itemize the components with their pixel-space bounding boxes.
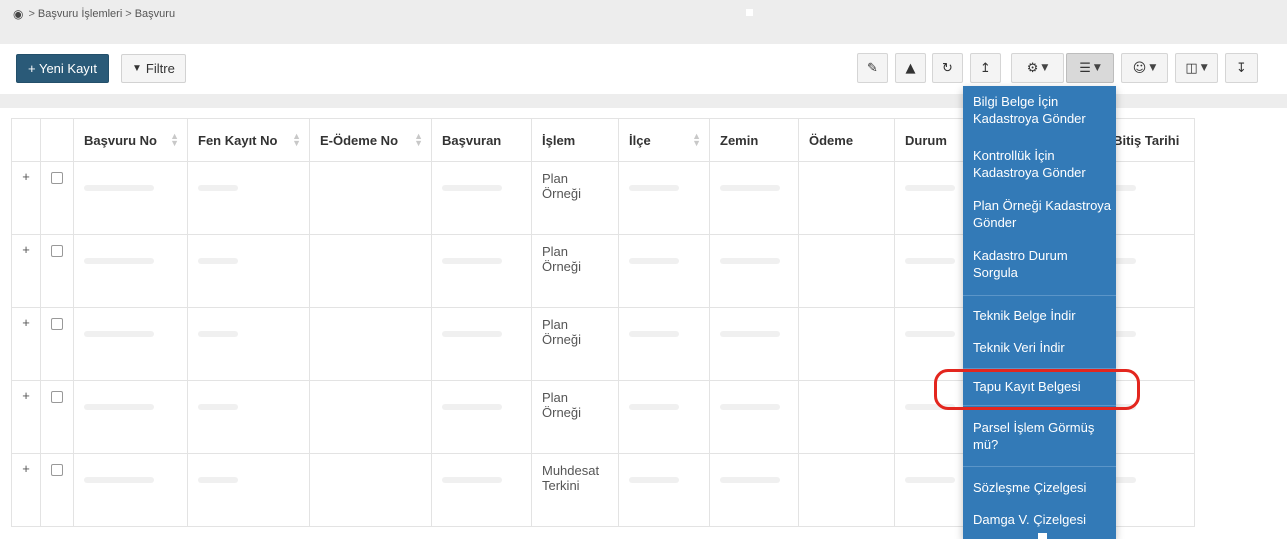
menu-scroll-indicator: [1038, 533, 1047, 539]
row-checkbox[interactable]: [51, 318, 63, 330]
download-icon: ↧: [1236, 60, 1247, 76]
cell-islem: Plan Örneği: [531, 380, 619, 454]
column-header-basvuran: Başvuran: [431, 118, 532, 162]
caret-down-icon: ▼: [1041, 63, 1049, 73]
columns-dropdown-button[interactable]: ◫ ▼: [1175, 53, 1218, 83]
filter-button[interactable]: ▼ Filtre: [121, 54, 186, 83]
menu-item-plan-ornegi[interactable]: Plan Örneği Kadastroya Gönder: [973, 197, 1113, 231]
sort-icon: ▲ ▼: [414, 131, 423, 148]
refresh-icon: ↻: [942, 60, 953, 76]
sort-icon: ▲ ▼: [292, 131, 301, 148]
expand-row-icon[interactable]: +: [11, 307, 41, 381]
highlight-annotation: [934, 369, 1140, 410]
breadcrumb-item-basvuru: Başvuru: [134, 8, 176, 20]
row-checkbox[interactable]: [51, 245, 63, 257]
row-checkbox[interactable]: [51, 172, 63, 184]
menu-item-kadastro-durum[interactable]: Kadastro Durum Sorgula: [973, 247, 1113, 281]
actions-dropdown-menu: Bilgi Belge İçin Kadastroya Gönder Kontr…: [963, 86, 1116, 539]
edit-button[interactable]: ✎: [857, 53, 888, 83]
column-header-ilce[interactable]: İlçe ▲ ▼: [618, 118, 710, 162]
settings-icon: ⚙: [1026, 60, 1039, 76]
caret-down-icon: ▼: [1149, 63, 1157, 73]
sort-icon: ▲ ▼: [692, 131, 701, 148]
column-header-zemin: Zemin: [709, 118, 799, 162]
menu-item-sozlesme-cizelgesi[interactable]: Sözleşme Çizelgesi: [973, 479, 1113, 496]
upload-button[interactable]: ↥: [970, 53, 1001, 83]
caret-down-icon: ▼: [1200, 63, 1208, 73]
cell-islem: Plan Örneği: [531, 234, 619, 308]
cell-islem: Plan Örneği: [531, 161, 619, 235]
users-dropdown-button[interactable]: ☺ ▼: [1121, 53, 1168, 83]
expand-row-icon[interactable]: +: [11, 234, 41, 308]
sort-icon: ▲ ▼: [170, 131, 179, 148]
delete-icon: ▲: [905, 60, 916, 76]
breadcrumb-item-basvuru-islemleri[interactable]: Başvuru İşlemleri: [38, 8, 122, 20]
settings-dropdown-button[interactable]: ⚙ ▼: [1011, 53, 1064, 83]
breadcrumb-bar: ◉ > Başvuru İşlemleri > Başvuru: [0, 0, 1287, 44]
filter-icon: ▼: [132, 63, 142, 74]
menu-item-kontrolluk[interactable]: Kontrollük İçin Kadastroya Gönder: [973, 147, 1113, 181]
menu-item-damga-cizelgesi[interactable]: Damga V. Çizelgesi: [973, 511, 1113, 528]
expand-row-icon[interactable]: +: [11, 453, 41, 527]
menu-divider: [963, 295, 1116, 296]
caret-down-icon: ▼: [1093, 63, 1101, 73]
column-header-fen-kayit-no[interactable]: Fen Kayıt No ▲ ▼: [187, 118, 310, 162]
menu-item-teknik-veri[interactable]: Teknik Veri İndir: [973, 339, 1113, 356]
menu-divider: [963, 466, 1116, 467]
menu-item-teknik-belge[interactable]: Teknik Belge İndir: [973, 307, 1113, 324]
columns-icon: ◫: [1185, 60, 1198, 76]
column-header-islem: İşlem: [531, 118, 619, 162]
row-checkbox[interactable]: [51, 391, 63, 403]
expand-row-icon[interactable]: +: [11, 161, 41, 235]
refresh-button[interactable]: ↻: [932, 53, 963, 83]
breadcrumb: ◉ > Başvuru İşlemleri > Başvuru: [13, 7, 176, 21]
cell-islem: Muhdesat Terkini: [531, 453, 619, 527]
upload-icon: ↥: [980, 60, 991, 76]
new-record-button[interactable]: + Yeni Kayıt: [16, 54, 110, 83]
column-header-e-odeme-no[interactable]: E-Ödeme No ▲ ▼: [309, 118, 432, 162]
list-menu-icon: ☰: [1079, 60, 1091, 76]
dashboard-icon[interactable]: ◉: [13, 7, 23, 21]
column-header-odeme: Ödeme: [798, 118, 895, 162]
edit-icon: ✎: [867, 60, 878, 76]
top-indicator: [746, 9, 753, 16]
menu-item-bilgi-belge[interactable]: Bilgi Belge İçin Kadastroya Gönder: [973, 93, 1113, 127]
cell-islem: Plan Örneği: [531, 307, 619, 381]
download-button[interactable]: ↧: [1225, 53, 1258, 83]
row-checkbox[interactable]: [51, 464, 63, 476]
delete-button[interactable]: ▲: [895, 53, 926, 83]
users-icon: ☺: [1132, 60, 1147, 76]
column-header-basvuru-no[interactable]: Başvuru No ▲ ▼: [73, 118, 188, 162]
column-header-durum: Durum: [894, 118, 966, 162]
expand-row-icon[interactable]: +: [11, 380, 41, 454]
actions-dropdown-button[interactable]: ☰ ▼: [1066, 53, 1114, 83]
menu-item-parsel-islem[interactable]: Parsel İşlem Görmüş mü?: [973, 419, 1113, 453]
